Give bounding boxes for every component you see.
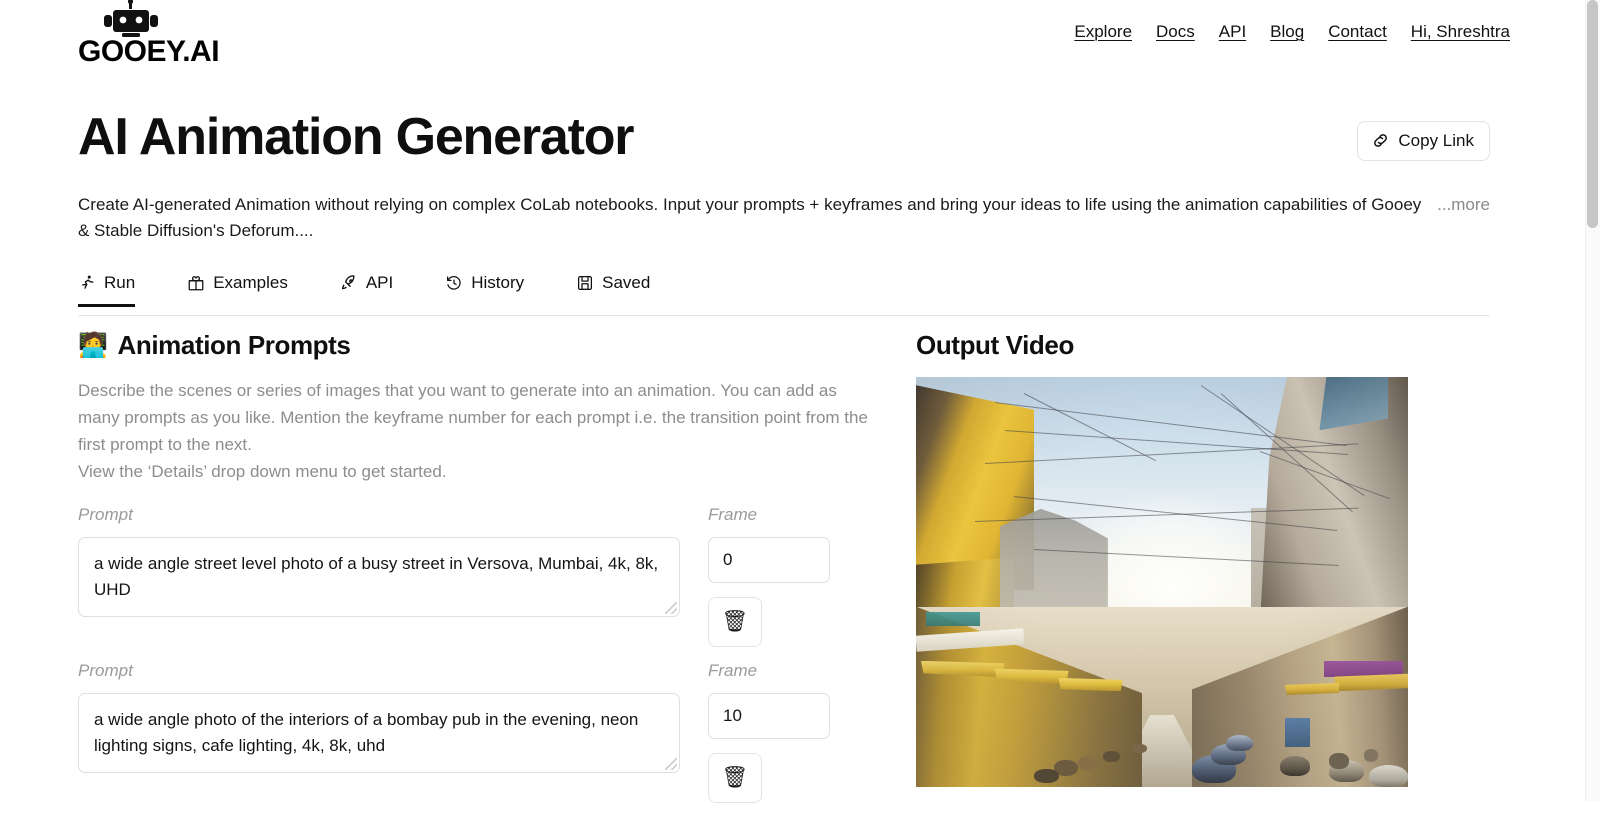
nav-item-explore[interactable]: Explore: [1074, 22, 1132, 42]
clock-rewind-icon: [445, 274, 463, 292]
helper-paragraph-2: View the ‘Details’ drop down menu to get…: [78, 462, 447, 481]
prompt-field-group: Prompt a wide angle street level photo o…: [78, 505, 680, 647]
main-nav: Explore Docs API Blog Contact Hi, Shresh…: [1074, 22, 1510, 42]
resize-handle-icon[interactable]: [665, 602, 677, 614]
output-video-title: Output Video: [916, 330, 1074, 360]
prompt-label: Prompt: [78, 505, 133, 524]
trash-icon: 🗑: [721, 766, 749, 789]
output-video-frame-image: [916, 377, 1408, 787]
frame-field-group: Frame 0 🗑: [708, 505, 830, 647]
nav-item-account[interactable]: Hi, Shreshtra: [1411, 22, 1510, 42]
prompt-input[interactable]: a wide angle photo of the interiors of a…: [78, 693, 680, 773]
frame-label: Frame: [708, 661, 758, 680]
tab-examples[interactable]: Examples: [187, 273, 288, 307]
nav-item-contact[interactable]: Contact: [1328, 22, 1387, 42]
page-scrollbar[interactable]: [1585, 0, 1600, 801]
frame-input-value: 0: [723, 550, 733, 569]
more-link[interactable]: ...more: [1437, 192, 1490, 218]
app-page: GOOEY.AI Explore Docs API Blog Contact H…: [0, 0, 1600, 803]
helper-paragraph-1: Describe the scenes or series of images …: [78, 381, 868, 454]
frame-input[interactable]: 0: [708, 537, 830, 583]
robot-icon: [104, 0, 158, 37]
prompt-input-value: a wide angle street level photo of a bus…: [94, 554, 659, 599]
running-person-icon: [78, 274, 96, 292]
frame-field-group: Frame 10 🗑: [708, 661, 830, 803]
trash-icon: 🗑: [721, 610, 749, 633]
page-description: ...more Create AI-generated Animation wi…: [78, 192, 1490, 244]
tab-history-label: History: [471, 273, 525, 292]
copy-link-button[interactable]: Copy Link: [1357, 120, 1490, 161]
tab-api[interactable]: API: [340, 273, 393, 307]
frame-label: Frame: [708, 505, 758, 524]
resize-handle-icon[interactable]: [665, 758, 677, 770]
prompts-panel: 🧑‍💻 Animation Prompts Describe the scene…: [78, 330, 888, 817]
prompt-input-value: a wide angle photo of the interiors of a…: [94, 710, 639, 755]
output-video-player[interactable]: [916, 377, 1408, 787]
copy-link-label: Copy Link: [1398, 130, 1474, 150]
animation-prompts-title: Animation Prompts: [117, 330, 351, 360]
gift-icon: [187, 274, 205, 292]
tab-saved-label: Saved: [602, 273, 651, 292]
rocket-icon: [340, 274, 358, 292]
page-title: AI Animation Generator: [78, 108, 635, 166]
output-panel: Output Video: [916, 330, 1408, 787]
delete-prompt-button[interactable]: 🗑: [708, 597, 762, 647]
tab-history[interactable]: History: [445, 273, 524, 307]
logo-text: GOOEY.AI: [78, 35, 220, 68]
tab-saved[interactable]: Saved: [576, 273, 650, 307]
prompt-input[interactable]: a wide angle street level photo of a bus…: [78, 537, 680, 617]
tab-bar: Run Examples API History Saved: [78, 272, 1490, 316]
tab-api-label: API: [365, 273, 394, 292]
output-video-heading: Output Video: [916, 330, 1408, 361]
prompt-label: Prompt: [78, 661, 133, 680]
prompt-row: Prompt a wide angle street level photo o…: [78, 505, 888, 647]
site-logo[interactable]: GOOEY.AI: [78, 0, 243, 72]
frame-input-value: 10: [723, 706, 742, 725]
link-icon: [1374, 134, 1388, 148]
description-text: Create AI-generated Animation without re…: [78, 195, 1422, 240]
image-vignette: [916, 377, 1408, 787]
tab-run[interactable]: Run: [78, 273, 136, 307]
person-computer-emoji: 🧑‍💻: [78, 331, 108, 359]
frame-input[interactable]: 10: [708, 693, 830, 739]
save-floppy-icon: [576, 274, 594, 292]
scrollbar-thumb[interactable]: [1587, 0, 1598, 228]
site-header: GOOEY.AI Explore Docs API Blog Contact H…: [0, 0, 1555, 72]
prompts-helper-text: Describe the scenes or series of images …: [78, 377, 878, 485]
tab-run-label: Run: [104, 273, 136, 292]
nav-item-docs[interactable]: Docs: [1156, 22, 1195, 42]
prompt-field-group: Prompt a wide angle photo of the interio…: [78, 661, 680, 803]
animation-prompts-heading: 🧑‍💻 Animation Prompts: [78, 330, 888, 361]
nav-item-blog[interactable]: Blog: [1270, 22, 1304, 42]
nav-item-api[interactable]: API: [1219, 22, 1246, 42]
title-row: AI Animation Generator Copy Link: [78, 108, 1490, 168]
delete-prompt-button[interactable]: 🗑: [708, 753, 762, 803]
tab-examples-label: Examples: [213, 273, 288, 292]
prompt-row: Prompt a wide angle photo of the interio…: [78, 661, 888, 803]
